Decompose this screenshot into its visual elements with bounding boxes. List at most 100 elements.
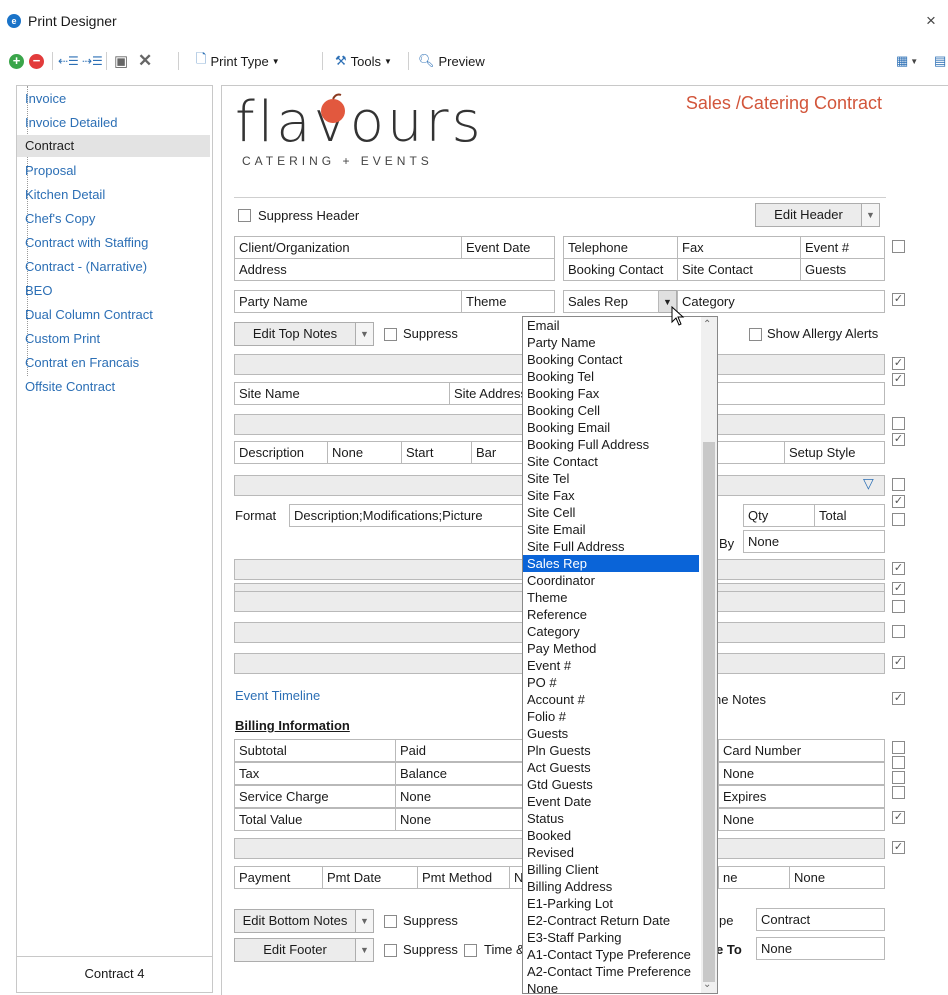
field-booking-contact[interactable]: Booking Contact [563, 258, 678, 281]
save-icon[interactable]: ▣ [114, 49, 128, 73]
dropdown-option[interactable]: E3-Staff Parking [523, 929, 699, 946]
dropdown-option[interactable]: E1-Parking Lot [523, 895, 699, 912]
dropdown-option[interactable]: Revised [523, 844, 699, 861]
indent-right-icon[interactable]: ⇢☰ [82, 49, 103, 73]
billing-cell[interactable]: Tax [234, 762, 396, 785]
dropdown-option[interactable]: Folio # [523, 708, 699, 725]
row-checkbox[interactable] [892, 741, 905, 754]
layout-icon[interactable]: ▦ ▼ [896, 49, 918, 73]
field-qty[interactable]: Qty [743, 504, 815, 527]
field-event-number[interactable]: Event # [800, 236, 885, 259]
sales-rep-dropdown-list[interactable]: Email Party Name Booking Contact Booking Te… [522, 316, 718, 994]
row-checkbox[interactable]: ✓ [892, 357, 905, 370]
tree-item-selected[interactable]: Contract [17, 135, 210, 157]
dropdown-option[interactable]: Pln Guests [523, 742, 699, 759]
field-by[interactable]: None [743, 530, 885, 553]
filter-icon[interactable]: ▽ [863, 475, 874, 492]
dropdown-option[interactable]: Account # [523, 691, 699, 708]
field-description[interactable]: Description [234, 441, 328, 464]
tree-item[interactable]: Contract - (Narrative) [17, 256, 210, 278]
type-field[interactable]: Contract [756, 908, 885, 931]
suppress-bottom-notes-checkbox[interactable] [384, 915, 397, 928]
dropdown-option[interactable]: A1-Contact Type Preference [523, 946, 699, 963]
field-guests[interactable]: Guests [800, 258, 885, 281]
field-party-name[interactable]: Party Name [234, 290, 462, 313]
field-payment[interactable]: Payment [234, 866, 323, 889]
dropdown-option[interactable]: Theme [523, 589, 699, 606]
row-checkbox[interactable] [892, 513, 905, 526]
tree-item[interactable]: Proposal [17, 160, 210, 182]
field-ne[interactable]: ne [718, 866, 790, 889]
row-checkbox[interactable] [892, 240, 905, 253]
tree-item[interactable]: Invoice Detailed [17, 112, 210, 134]
field-category[interactable]: Category [677, 290, 885, 313]
edit-top-notes-button[interactable]: Edit Top Notes [234, 322, 356, 346]
tools-menu[interactable]: ⚒ Tools ▼ [335, 49, 392, 73]
dropdown-option[interactable]: Coordinator [523, 572, 699, 589]
row-checkbox[interactable]: ✓ [892, 656, 905, 669]
dropdown-option[interactable]: Category [523, 623, 699, 640]
tree-item[interactable]: Contrat en Francais [17, 352, 210, 374]
dropdown-option[interactable]: Booking Full Address [523, 436, 699, 453]
dropdown-option[interactable]: Gtd Guests [523, 776, 699, 793]
tree-item[interactable]: Kitchen Detail [17, 184, 210, 206]
tree-item[interactable]: Invoice [17, 88, 210, 110]
row-checkbox[interactable] [892, 478, 905, 491]
to-field[interactable]: None [756, 937, 885, 960]
dropdown-option[interactable]: Booking Email [523, 419, 699, 436]
field-setup-style[interactable]: Setup Style [784, 441, 885, 464]
dropdown-option[interactable]: Booking Fax [523, 385, 699, 402]
row-checkbox[interactable] [892, 771, 905, 784]
billing-right-cell[interactable]: Expires [718, 785, 885, 808]
dropdown-option-selected[interactable]: Sales Rep [523, 555, 699, 572]
billing-cell[interactable]: None [395, 808, 523, 831]
row-checkbox[interactable]: ✓ [892, 582, 905, 595]
row-checkbox[interactable]: ✓ [892, 811, 905, 824]
field-sales-rep-select[interactable]: Sales Rep [563, 290, 659, 313]
time-checkbox[interactable] [464, 944, 477, 957]
edit-bottom-notes-dropdown[interactable]: ▼ [356, 909, 374, 933]
dropdown-option[interactable]: Event # [523, 657, 699, 674]
row-checkbox[interactable]: ✓ [892, 495, 905, 508]
dropdown-option[interactable]: Billing Address [523, 878, 699, 895]
dropdown-option[interactable]: Act Guests [523, 759, 699, 776]
dropdown-option[interactable]: Site Full Address [523, 538, 699, 555]
tree-item[interactable]: Dual Column Contract [17, 304, 210, 326]
preview-button[interactable]: 🔍︎ Preview [418, 49, 485, 73]
row-checkbox[interactable] [892, 756, 905, 769]
suppress-top-notes-checkbox[interactable] [384, 328, 397, 341]
row-checkbox[interactable]: ✓ [892, 692, 905, 705]
billing-cell[interactable]: Total Value [234, 808, 396, 831]
field-site-contact[interactable]: Site Contact [677, 258, 801, 281]
suppress-header-checkbox[interactable] [238, 209, 251, 222]
billing-cell[interactable]: Service Charge [234, 785, 396, 808]
field-none[interactable]: None [327, 441, 402, 464]
dropdown-option[interactable]: Guests [523, 725, 699, 742]
field-address[interactable]: Address [234, 258, 555, 281]
dropdown-option[interactable]: Event Date [523, 793, 699, 810]
remove-icon[interactable]: − [29, 49, 44, 73]
edit-header-button[interactable]: Edit Header [755, 203, 862, 227]
field-none[interactable]: None [789, 866, 885, 889]
format-field[interactable]: Description;Modifications;Picture [289, 504, 529, 527]
tree-item[interactable]: Contract with Staffing [17, 232, 210, 254]
edit-top-notes-dropdown[interactable]: ▼ [356, 322, 374, 346]
row-checkbox[interactable] [892, 786, 905, 799]
row-checkbox[interactable]: ✓ [892, 433, 905, 446]
row-checkbox[interactable] [892, 600, 905, 613]
dropdown-option[interactable]: Billing Client [523, 861, 699, 878]
field-event-date[interactable]: Event Date [461, 236, 555, 259]
suppress-footer-checkbox[interactable] [384, 944, 397, 957]
field-client[interactable]: Client/Organization [234, 236, 462, 259]
edit-header-dropdown[interactable]: ▼ [862, 203, 880, 227]
scroll-thumb[interactable] [703, 442, 715, 982]
field-theme[interactable]: Theme [461, 290, 555, 313]
dropdown-option[interactable]: Booked [523, 827, 699, 844]
row-checkbox[interactable]: ✓ [892, 373, 905, 386]
dropdown-option[interactable]: Pay Method [523, 640, 699, 657]
tree-item[interactable]: Custom Print [17, 328, 210, 350]
row-checkbox[interactable]: ✓ [892, 293, 905, 306]
row-checkbox[interactable] [892, 625, 905, 638]
dropdown-option[interactable]: Booking Contact [523, 351, 699, 368]
dropdown-option[interactable]: Booking Cell [523, 402, 699, 419]
